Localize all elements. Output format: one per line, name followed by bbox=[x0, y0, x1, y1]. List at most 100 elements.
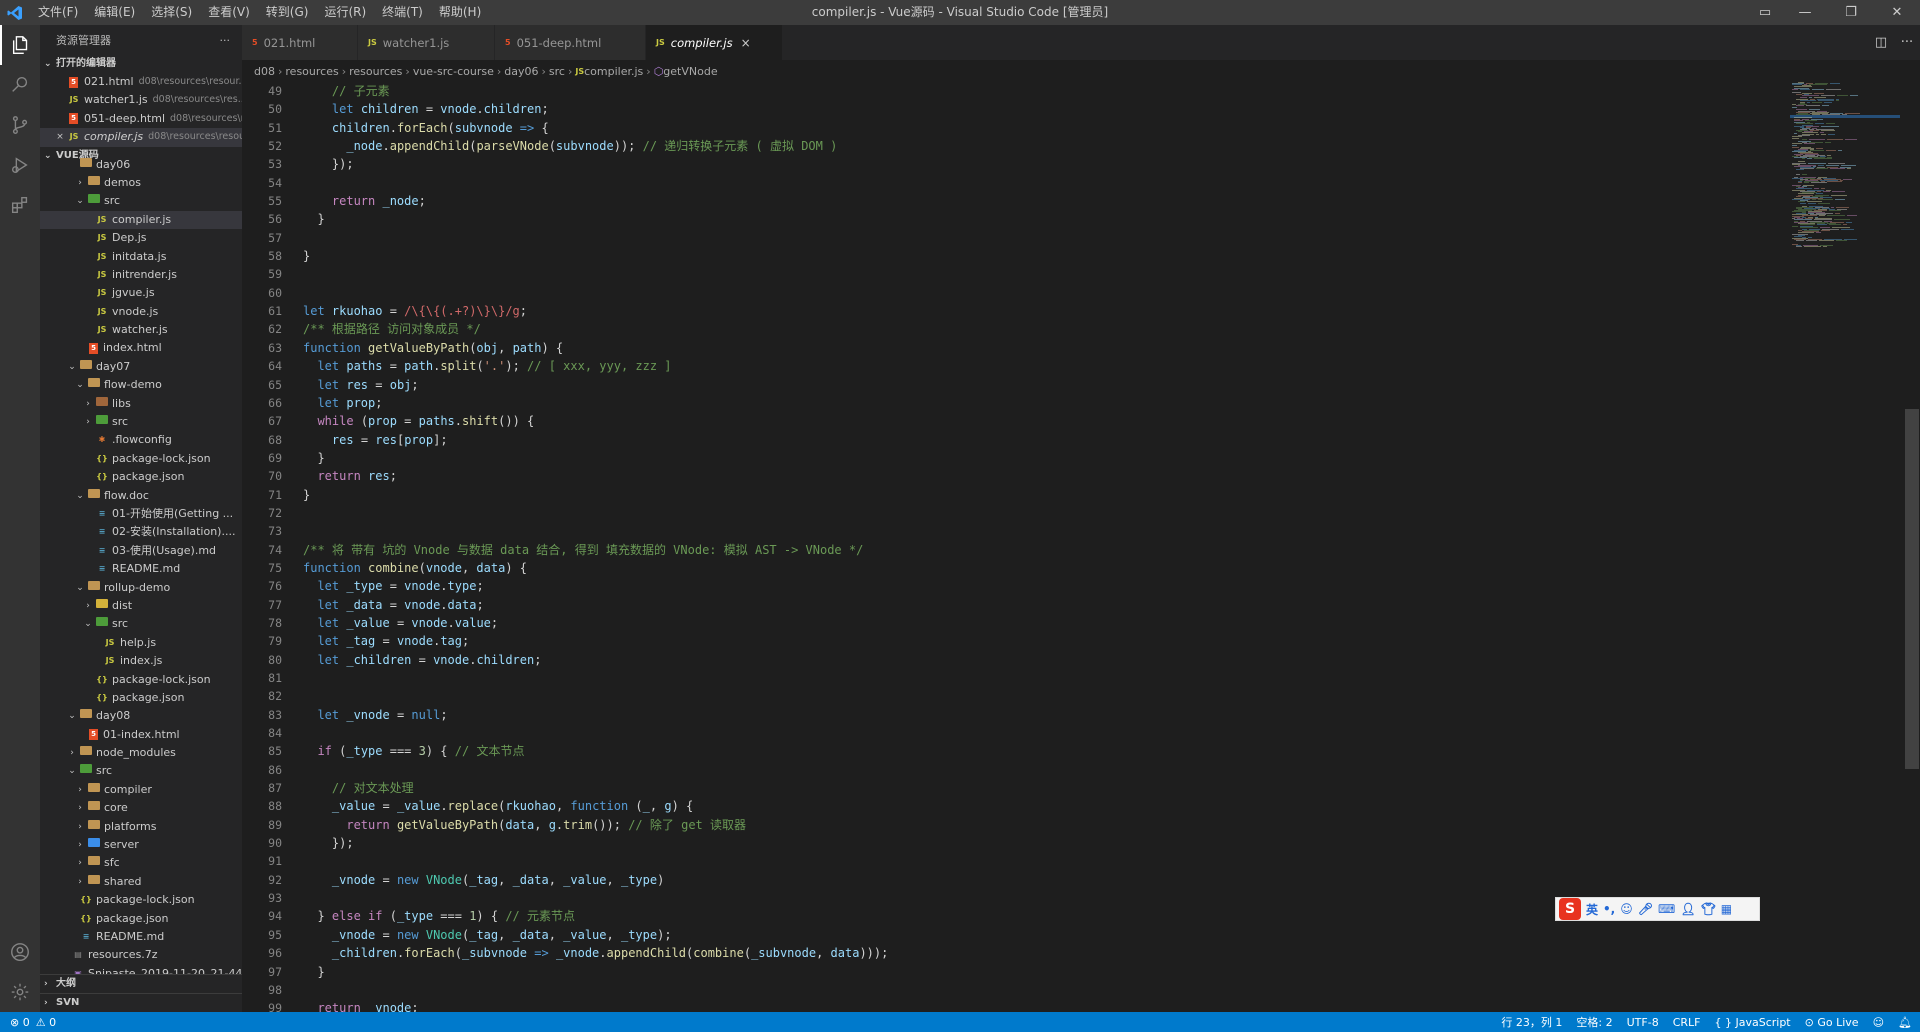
explorer-more-button[interactable]: ··· bbox=[220, 34, 231, 47]
code-line[interactable]: 61 let rkuohao = /\{\{(.+?)\}\}/g; bbox=[242, 302, 1782, 320]
outline-section[interactable]: › 大纲 bbox=[40, 974, 242, 993]
tree-folder[interactable]: › server bbox=[40, 836, 242, 854]
breadcrumb-item[interactable]: resources bbox=[285, 65, 338, 78]
tree-file[interactable]: ≡ 01-开始使用(Getting ... bbox=[40, 505, 242, 523]
tree-file[interactable]: JS watcher.js bbox=[40, 321, 242, 339]
svn-section[interactable]: › SVN bbox=[40, 993, 242, 1012]
settings-gear-icon[interactable] bbox=[0, 972, 40, 1012]
editor-scrollbar[interactable] bbox=[1905, 82, 1919, 1012]
open-editor-item[interactable]: ×JS compiler.js d08\resources\resou... bbox=[40, 128, 242, 147]
tree-file[interactable]: ≡ 03-使用(Usage).md bbox=[40, 542, 242, 560]
accounts-icon[interactable] bbox=[0, 932, 40, 972]
go-live-button[interactable]: ⊙ Go Live bbox=[1805, 1016, 1859, 1029]
tree-file[interactable]: JS initrender.js bbox=[40, 266, 242, 284]
code-line[interactable]: 60 bbox=[242, 284, 1782, 302]
tree-file[interactable]: {} package-lock.json bbox=[40, 891, 242, 909]
chevron-down-icon[interactable]: ⌄ bbox=[74, 487, 86, 505]
menu-item[interactable]: 编辑(E) bbox=[86, 0, 143, 25]
ime-language[interactable]: 英 bbox=[1586, 901, 1598, 918]
tab-watcher1-js[interactable]: JS watcher1.js bbox=[358, 25, 495, 60]
language-mode[interactable]: { } JavaScript bbox=[1714, 1016, 1790, 1029]
menu-item[interactable]: 文件(F) bbox=[30, 0, 86, 25]
code-line[interactable]: 94 } else if (_type === 1) { // 元素节点 bbox=[242, 907, 1782, 925]
code-line[interactable]: 93 bbox=[242, 889, 1782, 907]
chevron-right-icon[interactable]: › bbox=[74, 818, 86, 836]
open-editor-item[interactable]: 5 051-deep.html d08\resources\res... bbox=[40, 110, 242, 128]
run-debug-icon[interactable] bbox=[0, 145, 40, 185]
breadcrumb-item[interactable]: day06 bbox=[504, 65, 538, 78]
tree-file[interactable]: JS Dep.js bbox=[40, 229, 242, 247]
more-actions-icon[interactable]: ··· bbox=[1894, 35, 1920, 50]
code-line[interactable]: 51 children.forEach(subvnode => { bbox=[242, 119, 1782, 137]
feedback-icon[interactable]: ☺ bbox=[1873, 1016, 1884, 1029]
tree-folder[interactable]: › libs bbox=[40, 395, 242, 413]
tree-file[interactable]: ≡ 02-安装(Installation).... bbox=[40, 523, 242, 541]
code-editor[interactable]: 49 // 子元素 50 let children = vnode.childre… bbox=[242, 82, 1782, 1012]
user-icon[interactable]: 👤︎ bbox=[1680, 902, 1695, 916]
code-line[interactable]: 82 bbox=[242, 687, 1782, 705]
chevron-right-icon[interactable]: › bbox=[66, 744, 78, 762]
breadcrumb-item[interactable]: vue-src-course bbox=[413, 65, 494, 78]
chevron-right-icon[interactable]: › bbox=[82, 413, 94, 431]
chevron-right-icon[interactable]: › bbox=[82, 597, 94, 615]
microphone-icon[interactable]: 🎤︎ bbox=[1638, 902, 1653, 916]
emoji-icon[interactable]: ☺ bbox=[1620, 902, 1633, 916]
tree-file[interactable]: JS compiler.js bbox=[40, 210, 242, 230]
chevron-right-icon[interactable]: › bbox=[74, 836, 86, 854]
skin-icon[interactable]: 👕︎ bbox=[1701, 902, 1716, 916]
code-line[interactable]: 87 // 对文本处理 bbox=[242, 779, 1782, 797]
minimap[interactable] bbox=[1790, 82, 1900, 1012]
tree-file[interactable]: {} package-lock.json bbox=[40, 450, 242, 468]
tree-folder[interactable]: ⌄ rollup-demo bbox=[40, 579, 242, 597]
tree-folder[interactable]: › dist bbox=[40, 597, 242, 615]
ime-punctuation[interactable]: •, bbox=[1603, 902, 1615, 916]
code-line[interactable]: 81 bbox=[242, 669, 1782, 687]
menu-item[interactable]: 转到(G) bbox=[258, 0, 317, 25]
code-line[interactable]: 86 bbox=[242, 761, 1782, 779]
tree-file[interactable]: ✱ .flowconfig bbox=[40, 431, 242, 449]
code-line[interactable]: 52 _node.appendChild(parseVNode(subvnode… bbox=[242, 137, 1782, 155]
tree-file[interactable]: JS initdata.js bbox=[40, 248, 242, 266]
code-line[interactable]: 64 let paths = path.split('.'); // [ xxx… bbox=[242, 357, 1782, 375]
code-line[interactable]: 79 let _tag = vnode.tag; bbox=[242, 632, 1782, 650]
menu-item[interactable]: 选择(S) bbox=[143, 0, 200, 25]
search-icon[interactable] bbox=[0, 65, 40, 105]
code-line[interactable]: 53 }); bbox=[242, 155, 1782, 173]
code-line[interactable]: 92 _vnode = new VNode(_tag, _data, _valu… bbox=[242, 871, 1782, 889]
tree-folder[interactable]: › demos bbox=[40, 174, 242, 192]
code-line[interactable]: 75 function combine(vnode, data) { bbox=[242, 559, 1782, 577]
toolbox-icon[interactable]: ▦ bbox=[1721, 902, 1732, 916]
code-line[interactable]: 74 /** 将 带有 坑的 Vnode 与数据 data 结合, 得到 填充数据… bbox=[242, 541, 1782, 559]
code-line[interactable]: 88 _value = _value.replace (rkuohao, func… bbox=[242, 797, 1782, 815]
notifications-bell-icon[interactable]: 🔔︎ bbox=[1898, 1016, 1912, 1029]
code-line[interactable]: 89 return getValueByPath(data, g.trim())… bbox=[242, 816, 1782, 834]
tree-folder[interactable]: ⌄ src bbox=[40, 192, 242, 210]
tree-file[interactable]: {} package.json bbox=[40, 689, 242, 707]
indentation[interactable]: 空格: 2 bbox=[1576, 1014, 1612, 1030]
source-control-icon[interactable] bbox=[0, 105, 40, 145]
chevron-right-icon[interactable]: › bbox=[74, 799, 86, 817]
explorer-icon[interactable] bbox=[0, 25, 40, 65]
tab-021-html[interactable]: 5 021.html bbox=[242, 25, 358, 60]
tree-folder[interactable]: › core bbox=[40, 799, 242, 817]
code-line[interactable]: 59 bbox=[242, 265, 1782, 283]
code-line[interactable]: 49 // 子元素 bbox=[242, 82, 1782, 100]
code-line[interactable]: 99 return _vnode; bbox=[242, 999, 1782, 1012]
chevron-right-icon[interactable]: › bbox=[74, 174, 86, 192]
tree-file[interactable]: {} package-lock.json bbox=[40, 671, 242, 689]
code-line[interactable]: 76 let _type = vnode.type; bbox=[242, 577, 1782, 595]
chevron-right-icon[interactable]: › bbox=[74, 781, 86, 799]
tree-file[interactable]: {} package.json bbox=[40, 468, 242, 486]
code-line[interactable]: 62 /** 根据路径 访问对象成员 */ bbox=[242, 320, 1782, 338]
code-line[interactable]: 72 bbox=[242, 504, 1782, 522]
tree-file[interactable]: ▤ resources.7z bbox=[40, 946, 242, 964]
cursor-position[interactable]: 行 23，列 1 bbox=[1501, 1014, 1562, 1030]
tree-folder[interactable]: › sfc bbox=[40, 854, 242, 872]
chevron-down-icon[interactable]: ⌄ bbox=[82, 615, 94, 633]
code-line[interactable]: 77 let _data = vnode.data; bbox=[242, 596, 1782, 614]
code-line[interactable]: 56 } bbox=[242, 210, 1782, 228]
close-window-button[interactable]: ✕ bbox=[1874, 0, 1920, 25]
errors-count[interactable]: ⊗ 0 bbox=[10, 1016, 30, 1029]
tree-file[interactable]: 5 01-index.html bbox=[40, 726, 242, 744]
chevron-down-icon[interactable]: ⌄ bbox=[74, 376, 86, 394]
